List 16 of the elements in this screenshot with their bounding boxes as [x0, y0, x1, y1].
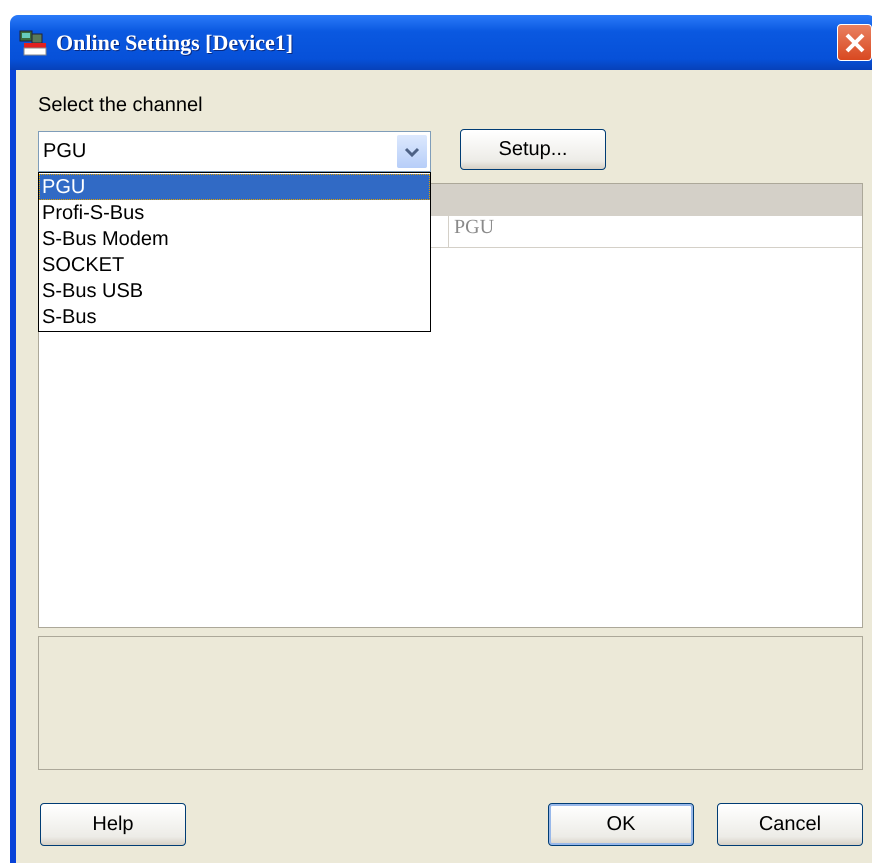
dropdown-option[interactable]: PGU — [39, 174, 430, 200]
channel-combo[interactable]: PGU — [38, 131, 431, 172]
dropdown-option[interactable]: Profi-S-Bus — [39, 200, 430, 226]
dialog-button[interactable]: OK — [548, 803, 694, 846]
network-settings-icon — [18, 28, 48, 56]
window-title: Online Settings [Device1] — [56, 30, 294, 56]
setup-button[interactable]: Setup... — [460, 129, 606, 170]
dropdown-option[interactable]: SOCKET — [39, 252, 430, 278]
dropdown-option[interactable]: S-Bus USB — [39, 278, 430, 304]
dialog-button[interactable]: Cancel — [717, 803, 863, 846]
table-cell-text: PGU — [453, 216, 494, 240]
dialog-button[interactable]: Help — [40, 803, 186, 846]
close-icon[interactable] — [837, 24, 872, 61]
dropdown-option[interactable]: S-Bus Modem — [39, 226, 430, 252]
channel-label: Select the channel — [38, 95, 204, 118]
dropdown-option[interactable]: S-Bus — [39, 304, 430, 330]
